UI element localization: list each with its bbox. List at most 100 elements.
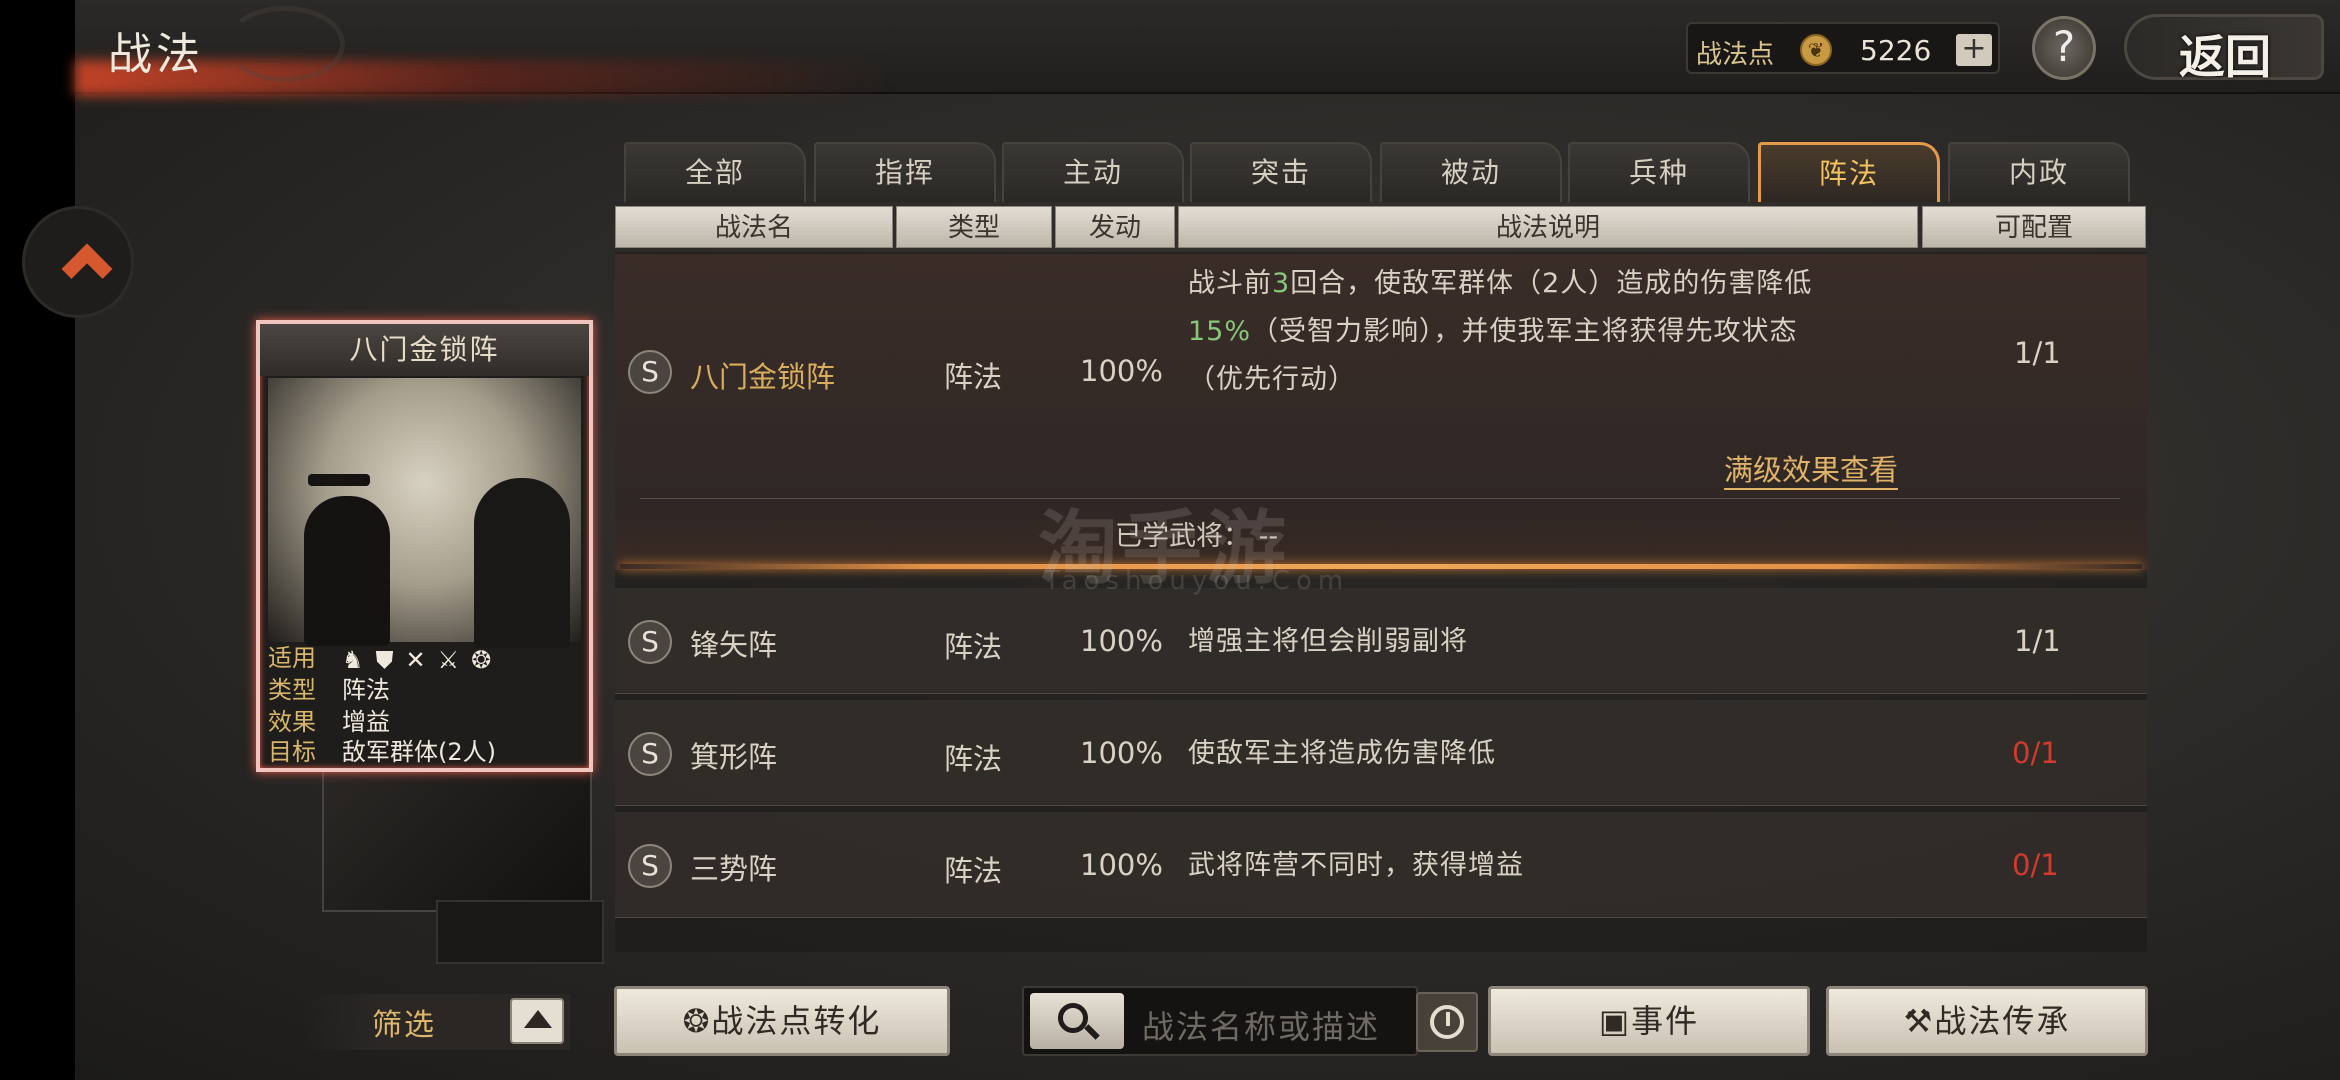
cloud-ornament xyxy=(225,6,345,82)
column-header-name[interactable]: 战法名 xyxy=(615,206,893,248)
card-title: 八门金锁阵 xyxy=(260,324,589,376)
filter-label: 筛选 xyxy=(372,1008,436,1043)
general-hat-silhouette xyxy=(308,474,370,486)
filter-bar: 筛选 xyxy=(300,994,570,1050)
tactic-points-panel: 战法点 ❦ 5226 + xyxy=(1686,22,2000,74)
convert-points-button[interactable]: ❂战法点转化 xyxy=(614,986,950,1056)
card-apply-row: 适用 ♞⛊✕⚔❂ xyxy=(264,642,585,674)
tactic-trigger-rate: 100% xyxy=(1080,848,1163,882)
add-points-button[interactable]: + xyxy=(1956,34,1992,66)
convert-label: 战法点转化 xyxy=(711,1002,882,1040)
tactic-name: 锋矢阵 xyxy=(690,628,778,662)
desc-text: （受智力影响），并使我军主将获得先攻状态 xyxy=(1251,316,1798,347)
clock-hand xyxy=(1446,1012,1450,1026)
tactic-name: 八门金锁阵 xyxy=(690,360,836,394)
config-count: 1/1 xyxy=(2014,336,2061,370)
desc-highlight: 3 xyxy=(1272,268,1291,299)
divider xyxy=(640,498,2120,499)
tactic-name: 箕形阵 xyxy=(690,740,778,774)
filter-toggle-button[interactable] xyxy=(510,998,564,1044)
hammer-icon: ⚒ xyxy=(1903,1002,1935,1040)
tab-2[interactable]: 主动 xyxy=(1002,142,1184,202)
help-button[interactable]: ? xyxy=(2032,16,2096,80)
card-stack-back xyxy=(322,760,592,912)
search-button[interactable] xyxy=(1030,993,1124,1049)
tactic-point-coin-icon: ❦ xyxy=(1800,34,1832,66)
type-label: 类型 xyxy=(268,676,316,704)
desc-text: 战斗前 xyxy=(1188,268,1272,299)
side-collapse-button[interactable] xyxy=(22,206,134,318)
tactic-description-line3: （优先行动） xyxy=(1188,364,1356,395)
rank-s-badge: S xyxy=(628,620,672,664)
target-label: 目标 xyxy=(268,738,316,766)
history-button[interactable] xyxy=(1416,992,1478,1052)
config-count: 0/1 xyxy=(2012,848,2059,882)
tactic-type: 阵法 xyxy=(944,630,1003,664)
card-type-row: 类型 阵法 xyxy=(264,674,585,706)
config-count: 0/1 xyxy=(2012,736,2059,770)
tactic-name: 三势阵 xyxy=(690,852,778,886)
desc-text: 回合，使敌军群体（2人）造成的伤害降低 xyxy=(1290,268,1813,299)
soldier-silhouette xyxy=(474,478,570,648)
column-header-description: 战法说明 xyxy=(1178,206,1918,248)
general-silhouette xyxy=(304,496,390,646)
inherit-tactic-button[interactable]: ⚒战法传承 xyxy=(1826,986,2148,1056)
tab-0[interactable]: 全部 xyxy=(624,142,806,202)
card-target-row: 目标 敌军群体(2人) xyxy=(264,736,585,768)
search-icon-handle xyxy=(1084,1024,1100,1040)
tab-3[interactable]: 突击 xyxy=(1190,142,1372,202)
tactic-description: 使敌军主将造成伤害降低 xyxy=(1188,738,1496,769)
card-effect-row: 效果 增益 xyxy=(264,706,585,738)
type-value: 阵法 xyxy=(342,676,390,704)
tab-7[interactable]: 内政 xyxy=(1948,142,2130,202)
tactic-type: 阵法 xyxy=(944,742,1003,776)
tactic-type: 阵法 xyxy=(944,360,1003,394)
column-header-config[interactable]: 可配置 xyxy=(1922,206,2146,248)
target-value: 敌军群体(2人) xyxy=(342,738,496,766)
watermark-sub: Taoshouyou.Com xyxy=(1044,566,1350,596)
card-stack-back xyxy=(436,900,604,964)
back-button[interactable]: 返回 xyxy=(2124,14,2324,84)
rank-s-badge: S xyxy=(628,732,672,776)
effect-label: 效果 xyxy=(268,708,316,736)
back-label: 返回 xyxy=(2179,30,2271,84)
search-input[interactable]: 战法名称或描述 xyxy=(1142,1002,1380,1048)
tab-6[interactable]: 阵法 xyxy=(1758,142,1940,202)
events-label: 事件 xyxy=(1631,1002,1700,1040)
tab-1[interactable]: 指挥 xyxy=(814,142,996,202)
rank-s-badge: S xyxy=(628,350,672,394)
tab-5[interactable]: 兵种 xyxy=(1568,142,1750,202)
page-title: 战法 xyxy=(108,29,204,80)
max-level-effect-link[interactable]: 满级效果查看 xyxy=(1724,452,1899,490)
triangle-up-icon xyxy=(524,1010,552,1028)
card-artwork xyxy=(268,378,581,648)
column-header-type[interactable]: 类型 xyxy=(896,206,1052,248)
alert-book-icon: ▣ xyxy=(1598,1002,1632,1040)
rank-s-badge: S xyxy=(628,844,672,888)
tactic-description: 武将阵营不同时，获得增益 xyxy=(1188,850,1524,881)
tactic-points-label: 战法点 xyxy=(1696,40,1775,70)
letterbox-left xyxy=(0,0,75,1080)
tactic-card[interactable]: 八门金锁阵 适用 ♞⛊✕⚔❂ 类型 阵法 效果 增益 目标 敌军群体(2人) xyxy=(256,320,593,772)
tactic-description-line2: 15%（受智力影响），并使我军主将获得先攻状态 xyxy=(1188,308,1798,356)
tactic-trigger-rate: 100% xyxy=(1080,354,1163,388)
tactic-description: 增强主将但会削弱副将 xyxy=(1188,626,1468,657)
column-header-trigger[interactable]: 发动 xyxy=(1055,206,1175,248)
chevron-up-icon xyxy=(61,243,113,295)
tactic-points-value: 5226 xyxy=(1860,34,1932,67)
troop-type-icons: ♞⛊✕⚔❂ xyxy=(342,646,504,674)
search-box[interactable]: 战法名称或描述 xyxy=(1022,986,1418,1056)
game-screen: 战法 战法点 ❦ 5226 + ? 返回 全部 指挥 主动 突击 被动 兵种 阵法 内政 战法… xyxy=(0,0,2340,1080)
selection-glow-line xyxy=(620,564,2142,569)
tactic-trigger-rate: 100% xyxy=(1080,624,1163,658)
apply-label: 适用 xyxy=(268,644,316,672)
inherit-label: 战法传承 xyxy=(1934,1002,2071,1040)
desc-highlight: 15% xyxy=(1188,316,1252,347)
events-button[interactable]: ▣事件 xyxy=(1488,986,1810,1056)
effect-value: 增益 xyxy=(342,708,390,736)
tab-4[interactable]: 被动 xyxy=(1380,142,1562,202)
tactic-description-line1: 战斗前3回合，使敌军群体（2人）造成的伤害降低 xyxy=(1188,260,1812,308)
tactic-trigger-rate: 100% xyxy=(1080,736,1163,770)
config-count: 1/1 xyxy=(2014,624,2061,658)
convert-icon: ❂ xyxy=(682,1002,712,1040)
